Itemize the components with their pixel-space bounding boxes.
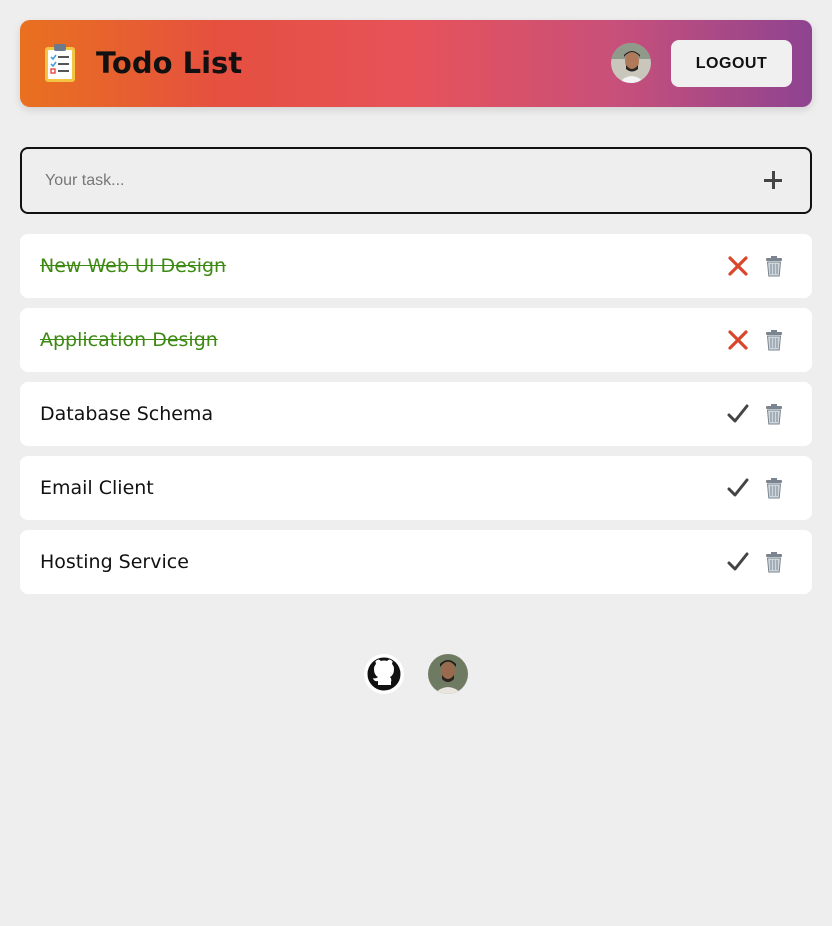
author-avatar[interactable] [428,654,468,694]
mark-complete-button[interactable] [726,550,750,574]
list-item: Database Schema [20,382,812,446]
mark-complete-button[interactable] [726,402,750,426]
add-task-button[interactable] [756,163,790,197]
toggle-incomplete-button[interactable] [726,254,750,278]
clipboard-checklist-icon [45,44,75,82]
avatar[interactable] [611,43,651,83]
delete-button[interactable] [764,255,784,277]
todo-text: New Web UI Design [40,255,227,277]
todo-text: Email Client [40,477,154,499]
delete-button[interactable] [764,403,784,425]
check-mark-icon [727,478,749,497]
trash-icon [766,256,782,277]
page-title: Todo List [96,46,243,80]
mark-complete-button[interactable] [726,476,750,500]
list-item: New Web UI Design [20,234,812,298]
plus-icon [764,171,782,189]
cross-mark-icon [728,330,748,350]
github-icon [367,657,401,691]
trash-icon [766,330,782,351]
todo-text: Application Design [40,329,218,351]
check-mark-icon [727,404,749,423]
cross-mark-icon [728,256,748,276]
list-item: Hosting Service [20,530,812,594]
github-link[interactable] [364,654,404,694]
toggle-incomplete-button[interactable] [726,328,750,352]
todo-text: Database Schema [40,403,214,425]
trash-icon [766,404,782,425]
list-item: Email Client [20,456,812,520]
delete-button[interactable] [764,477,784,499]
app-header: Todo List LOGOUT [20,20,812,107]
task-input-container [20,147,812,214]
task-input[interactable] [22,149,722,212]
trash-icon [766,478,782,499]
check-mark-icon [727,552,749,571]
delete-button[interactable] [764,329,784,351]
list-item: Application Design [20,308,812,372]
logout-button[interactable]: LOGOUT [671,40,792,87]
todo-text: Hosting Service [40,551,189,573]
delete-button[interactable] [764,551,784,573]
trash-icon [766,552,782,573]
